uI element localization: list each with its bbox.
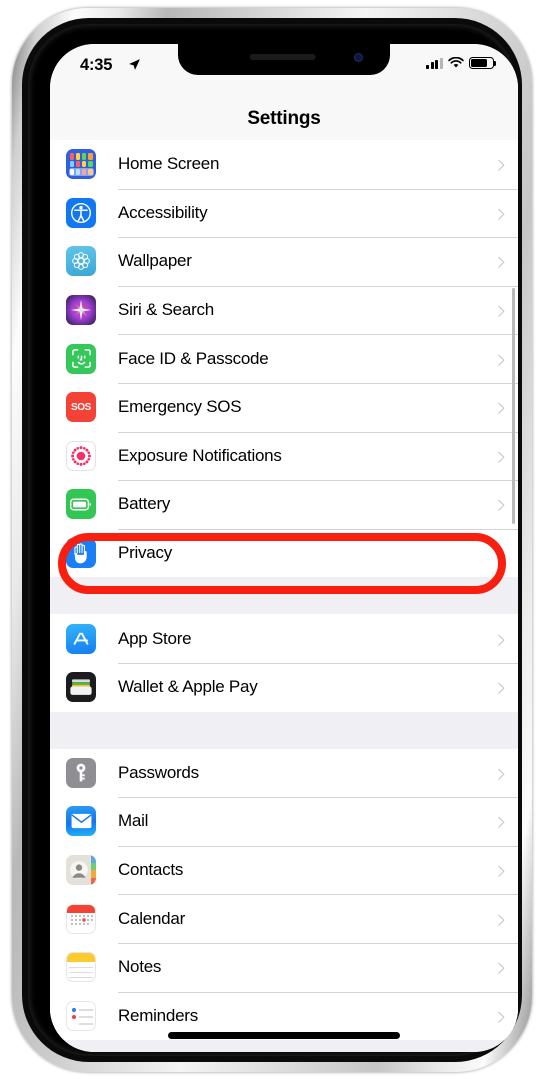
sidebar-item-face-id-passcode[interactable]: Face ID & Passcode <box>50 334 518 383</box>
sidebar-item-label: App Store <box>118 628 192 648</box>
sidebar-item-mail[interactable]: Mail <box>50 797 518 846</box>
sidebar-item-label: Siri & Search <box>118 300 214 320</box>
chevron-right-icon <box>493 768 505 780</box>
chevron-right-icon <box>493 914 505 926</box>
sidebar-item-label: Home Screen <box>118 154 220 174</box>
sidebar-item-home-screen[interactable]: Home Screen <box>50 140 518 189</box>
page-title: Settings <box>247 108 321 129</box>
sidebar-item-app-store[interactable]: App Store <box>50 614 518 663</box>
reminders-icon <box>66 1000 96 1031</box>
siri-icon <box>66 295 96 326</box>
sidebar-item-exposure-notifications[interactable]: Exposure Notifications <box>50 431 518 481</box>
sidebar-item-accessibility[interactable]: Accessibility <box>50 188 518 238</box>
accessibility-icon <box>66 197 96 228</box>
front-camera-icon <box>354 53 363 62</box>
settings-group-apps: Passwords Mail Contacts Calendar Notes R… <box>50 748 518 1041</box>
chevron-right-icon <box>493 499 505 512</box>
chevron-right-icon <box>493 402 505 415</box>
battery-settings-icon <box>66 489 96 520</box>
settings-group-store: App Store Wallet & Apple Pay <box>50 614 518 712</box>
sidebar-item-privacy[interactable]: Privacy <box>50 528 518 578</box>
sidebar-item-label: Exposure Notifications <box>118 445 282 465</box>
group-separator <box>50 711 518 749</box>
chevron-right-icon <box>493 682 505 695</box>
contacts-icon <box>66 855 96 886</box>
display-notch <box>178 44 390 75</box>
wallet-icon <box>66 672 96 703</box>
sidebar-item-battery[interactable]: Battery <box>50 480 518 529</box>
chevron-right-icon <box>493 816 505 829</box>
sidebar-item-label: Reminders <box>118 1005 198 1025</box>
chevron-right-icon <box>493 548 505 560</box>
sidebar-item-contacts[interactable]: Contacts <box>50 845 518 895</box>
sidebar-item-label: Wallpaper <box>118 251 192 271</box>
sidebar-item-passwords[interactable]: Passwords <box>50 748 518 798</box>
exposure-notifications-icon <box>66 440 96 471</box>
sidebar-item-label: Wallet & Apple Pay <box>118 677 258 697</box>
sidebar-item-label: Privacy <box>118 543 172 563</box>
sidebar-item-siri-search[interactable]: Siri & Search <box>50 285 518 335</box>
chevron-right-icon <box>493 865 505 877</box>
sidebar-item-label: Passwords <box>118 762 199 782</box>
sidebar-item-notes[interactable]: Notes <box>50 942 518 992</box>
chevron-right-icon <box>493 451 505 463</box>
settings-list[interactable]: Home Screen Accessibility Wallpaper Siri… <box>50 140 518 1052</box>
notes-icon <box>66 952 96 983</box>
phone-screen: Settings 4:35 Home Screen Accessibility … <box>50 44 518 1052</box>
chevron-right-icon <box>493 962 505 975</box>
emergency-sos-icon: SOS <box>66 392 96 423</box>
face-id-icon <box>66 343 96 374</box>
app-store-icon <box>66 623 96 654</box>
sidebar-item-label: Contacts <box>118 860 184 880</box>
group-separator <box>50 577 518 615</box>
earpiece-speaker <box>249 54 316 60</box>
home-indicator[interactable] <box>168 1032 400 1039</box>
chevron-right-icon <box>493 208 505 220</box>
scrollbar[interactable] <box>512 288 515 524</box>
sidebar-item-wallpaper[interactable]: Wallpaper <box>50 237 518 286</box>
sidebar-item-emergency-sos[interactable]: SOS Emergency SOS <box>50 382 518 432</box>
sidebar-item-label: Battery <box>118 494 171 514</box>
mail-icon <box>66 806 96 837</box>
settings-group-system: Home Screen Accessibility Wallpaper Siri… <box>50 140 518 578</box>
privacy-hand-icon <box>66 538 96 569</box>
calendar-icon <box>66 903 96 934</box>
sidebar-item-label: Accessibility <box>118 202 208 222</box>
sidebar-item-label: Notes <box>118 957 162 977</box>
contacts-index-tabs <box>91 855 96 886</box>
sidebar-item-calendar[interactable]: Calendar <box>50 894 518 943</box>
phone-frame: Settings 4:35 Home Screen Accessibility … <box>12 8 532 1072</box>
chevron-right-icon <box>493 256 505 269</box>
sidebar-item-label: Emergency SOS <box>118 397 242 417</box>
passwords-key-icon <box>66 757 96 788</box>
sidebar-item-label: Mail <box>118 811 149 831</box>
chevron-right-icon <box>493 1011 505 1023</box>
sidebar-item-wallet-apple-pay[interactable]: Wallet & Apple Pay <box>50 662 518 712</box>
wallpaper-icon <box>66 246 96 277</box>
home-screen-icon <box>66 149 96 180</box>
chevron-right-icon <box>493 354 505 366</box>
chevron-right-icon <box>493 305 505 317</box>
sidebar-item-label: Face ID & Passcode <box>118 348 269 368</box>
chevron-right-icon <box>493 634 505 646</box>
sidebar-item-label: Calendar <box>118 908 185 928</box>
chevron-right-icon <box>493 159 505 172</box>
